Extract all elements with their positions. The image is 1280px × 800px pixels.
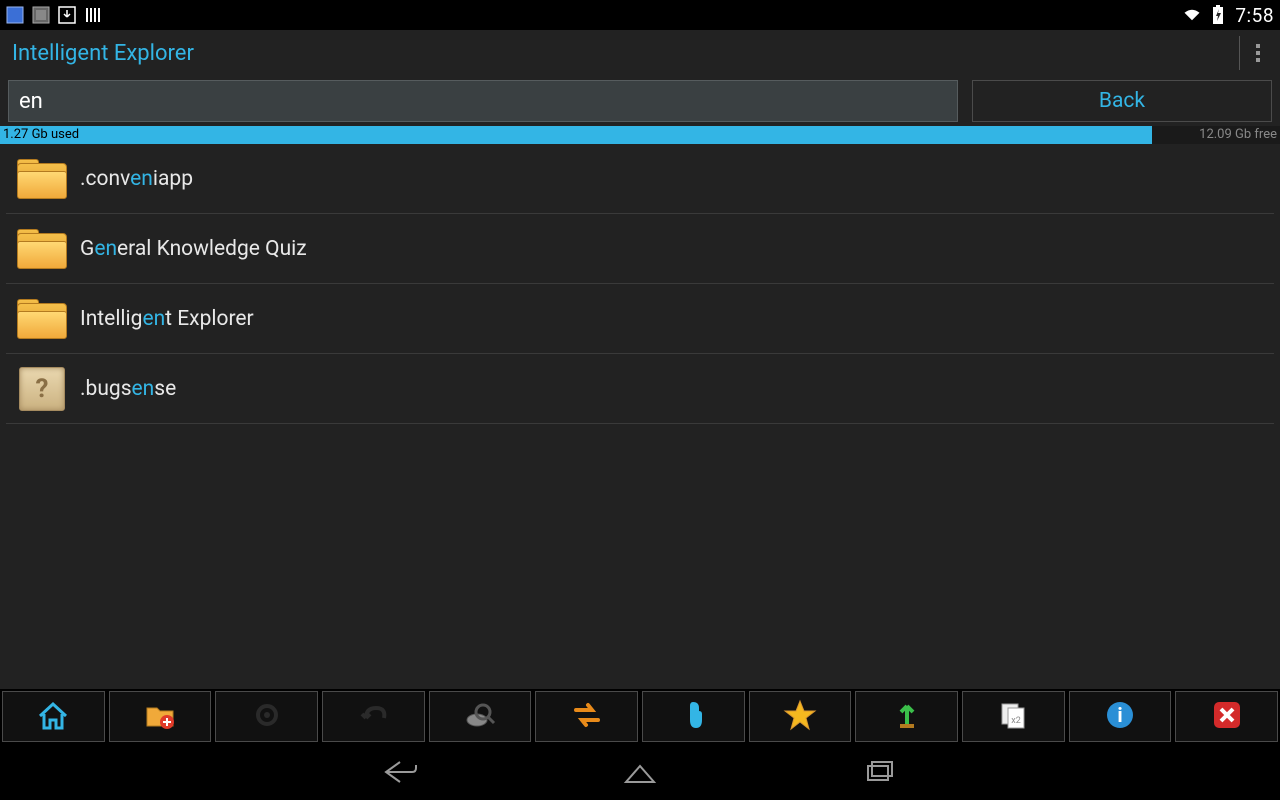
android-navbar (0, 744, 1280, 800)
back-button-label: Back (1099, 89, 1145, 113)
toolbar-info-button[interactable]: i (1069, 691, 1172, 742)
toolbar-home-button[interactable] (2, 691, 105, 742)
status-app1-icon (6, 6, 24, 24)
wifi-icon (1183, 6, 1201, 24)
file-list: .conveniapp General Knowledge Quiz Intelli… (0, 144, 1280, 689)
status-download-icon (58, 6, 76, 24)
file-row[interactable]: Intelligent Explorer (6, 284, 1274, 354)
android-statusbar: 7:58 (0, 0, 1280, 30)
search-query-text: en (19, 89, 43, 114)
toolbar-new-folder-button[interactable] (109, 691, 212, 742)
nav-home-button[interactable] (610, 752, 670, 792)
toolbar-copy-button[interactable]: x2 (962, 691, 1065, 742)
folder-icon (14, 295, 70, 343)
unknown-file-icon: ? (14, 365, 70, 413)
copy-icon: x2 (996, 698, 1030, 736)
touch-icon (676, 698, 710, 736)
overflow-menu-button[interactable] (1248, 40, 1268, 66)
svg-text:i: i (1117, 703, 1122, 727)
new-folder-icon (143, 698, 177, 736)
storage-used-label: 1.27 Gb used (3, 126, 79, 144)
upload-icon (890, 698, 924, 736)
folder-icon (14, 155, 70, 203)
file-name-label: General Knowledge Quiz (80, 237, 307, 261)
home-icon (36, 698, 70, 736)
toolbar-undo-dark-button[interactable] (322, 691, 425, 742)
file-name-label: .bugsense (80, 377, 176, 401)
battery-charging-icon (1209, 6, 1227, 24)
file-row[interactable]: ? .bugsense (6, 354, 1274, 424)
toolbar-search-disk-button[interactable] (429, 691, 532, 742)
status-barcode-icon (84, 6, 102, 24)
search-disk-icon (463, 698, 497, 736)
back-button[interactable]: Back (972, 80, 1272, 122)
status-app2-icon (32, 6, 50, 24)
toolbar-favorite-button[interactable] (749, 691, 852, 742)
search-row: en Back (0, 76, 1280, 126)
svg-text:x2: x2 (1012, 716, 1022, 726)
nav-recents-button[interactable] (850, 752, 910, 792)
bottom-toolbar: x2 i (0, 689, 1280, 744)
toolbar-touch-button[interactable] (642, 691, 745, 742)
swap-icon (570, 698, 604, 736)
app-titlebar: Intelligent Explorer (0, 30, 1280, 76)
settings-dark-icon (250, 698, 284, 736)
undo-dark-icon (356, 698, 390, 736)
file-name-label: Intelligent Explorer (80, 307, 254, 331)
toolbar-upload-button[interactable] (855, 691, 958, 742)
storage-bar: 1.27 Gb used 12.09 Gb free (0, 126, 1280, 144)
toolbar-swap-button[interactable] (535, 691, 638, 742)
folder-icon (14, 225, 70, 273)
nav-back-button[interactable] (370, 752, 430, 792)
favorite-icon (783, 698, 817, 736)
toolbar-settings-dark-button[interactable] (215, 691, 318, 742)
status-clock: 7:58 (1235, 4, 1274, 27)
close-icon (1210, 698, 1244, 736)
search-input[interactable]: en (8, 80, 958, 122)
toolbar-close-button[interactable] (1175, 691, 1278, 742)
info-icon: i (1103, 698, 1137, 736)
app-title: Intelligent Explorer (12, 41, 194, 66)
file-row[interactable]: .conveniapp (6, 144, 1274, 214)
file-row[interactable]: General Knowledge Quiz (6, 214, 1274, 284)
storage-free-label: 12.09 Gb free (1199, 126, 1277, 144)
storage-used-fill (0, 126, 1152, 144)
file-name-label: .conveniapp (80, 167, 193, 191)
titlebar-separator (1239, 36, 1240, 70)
